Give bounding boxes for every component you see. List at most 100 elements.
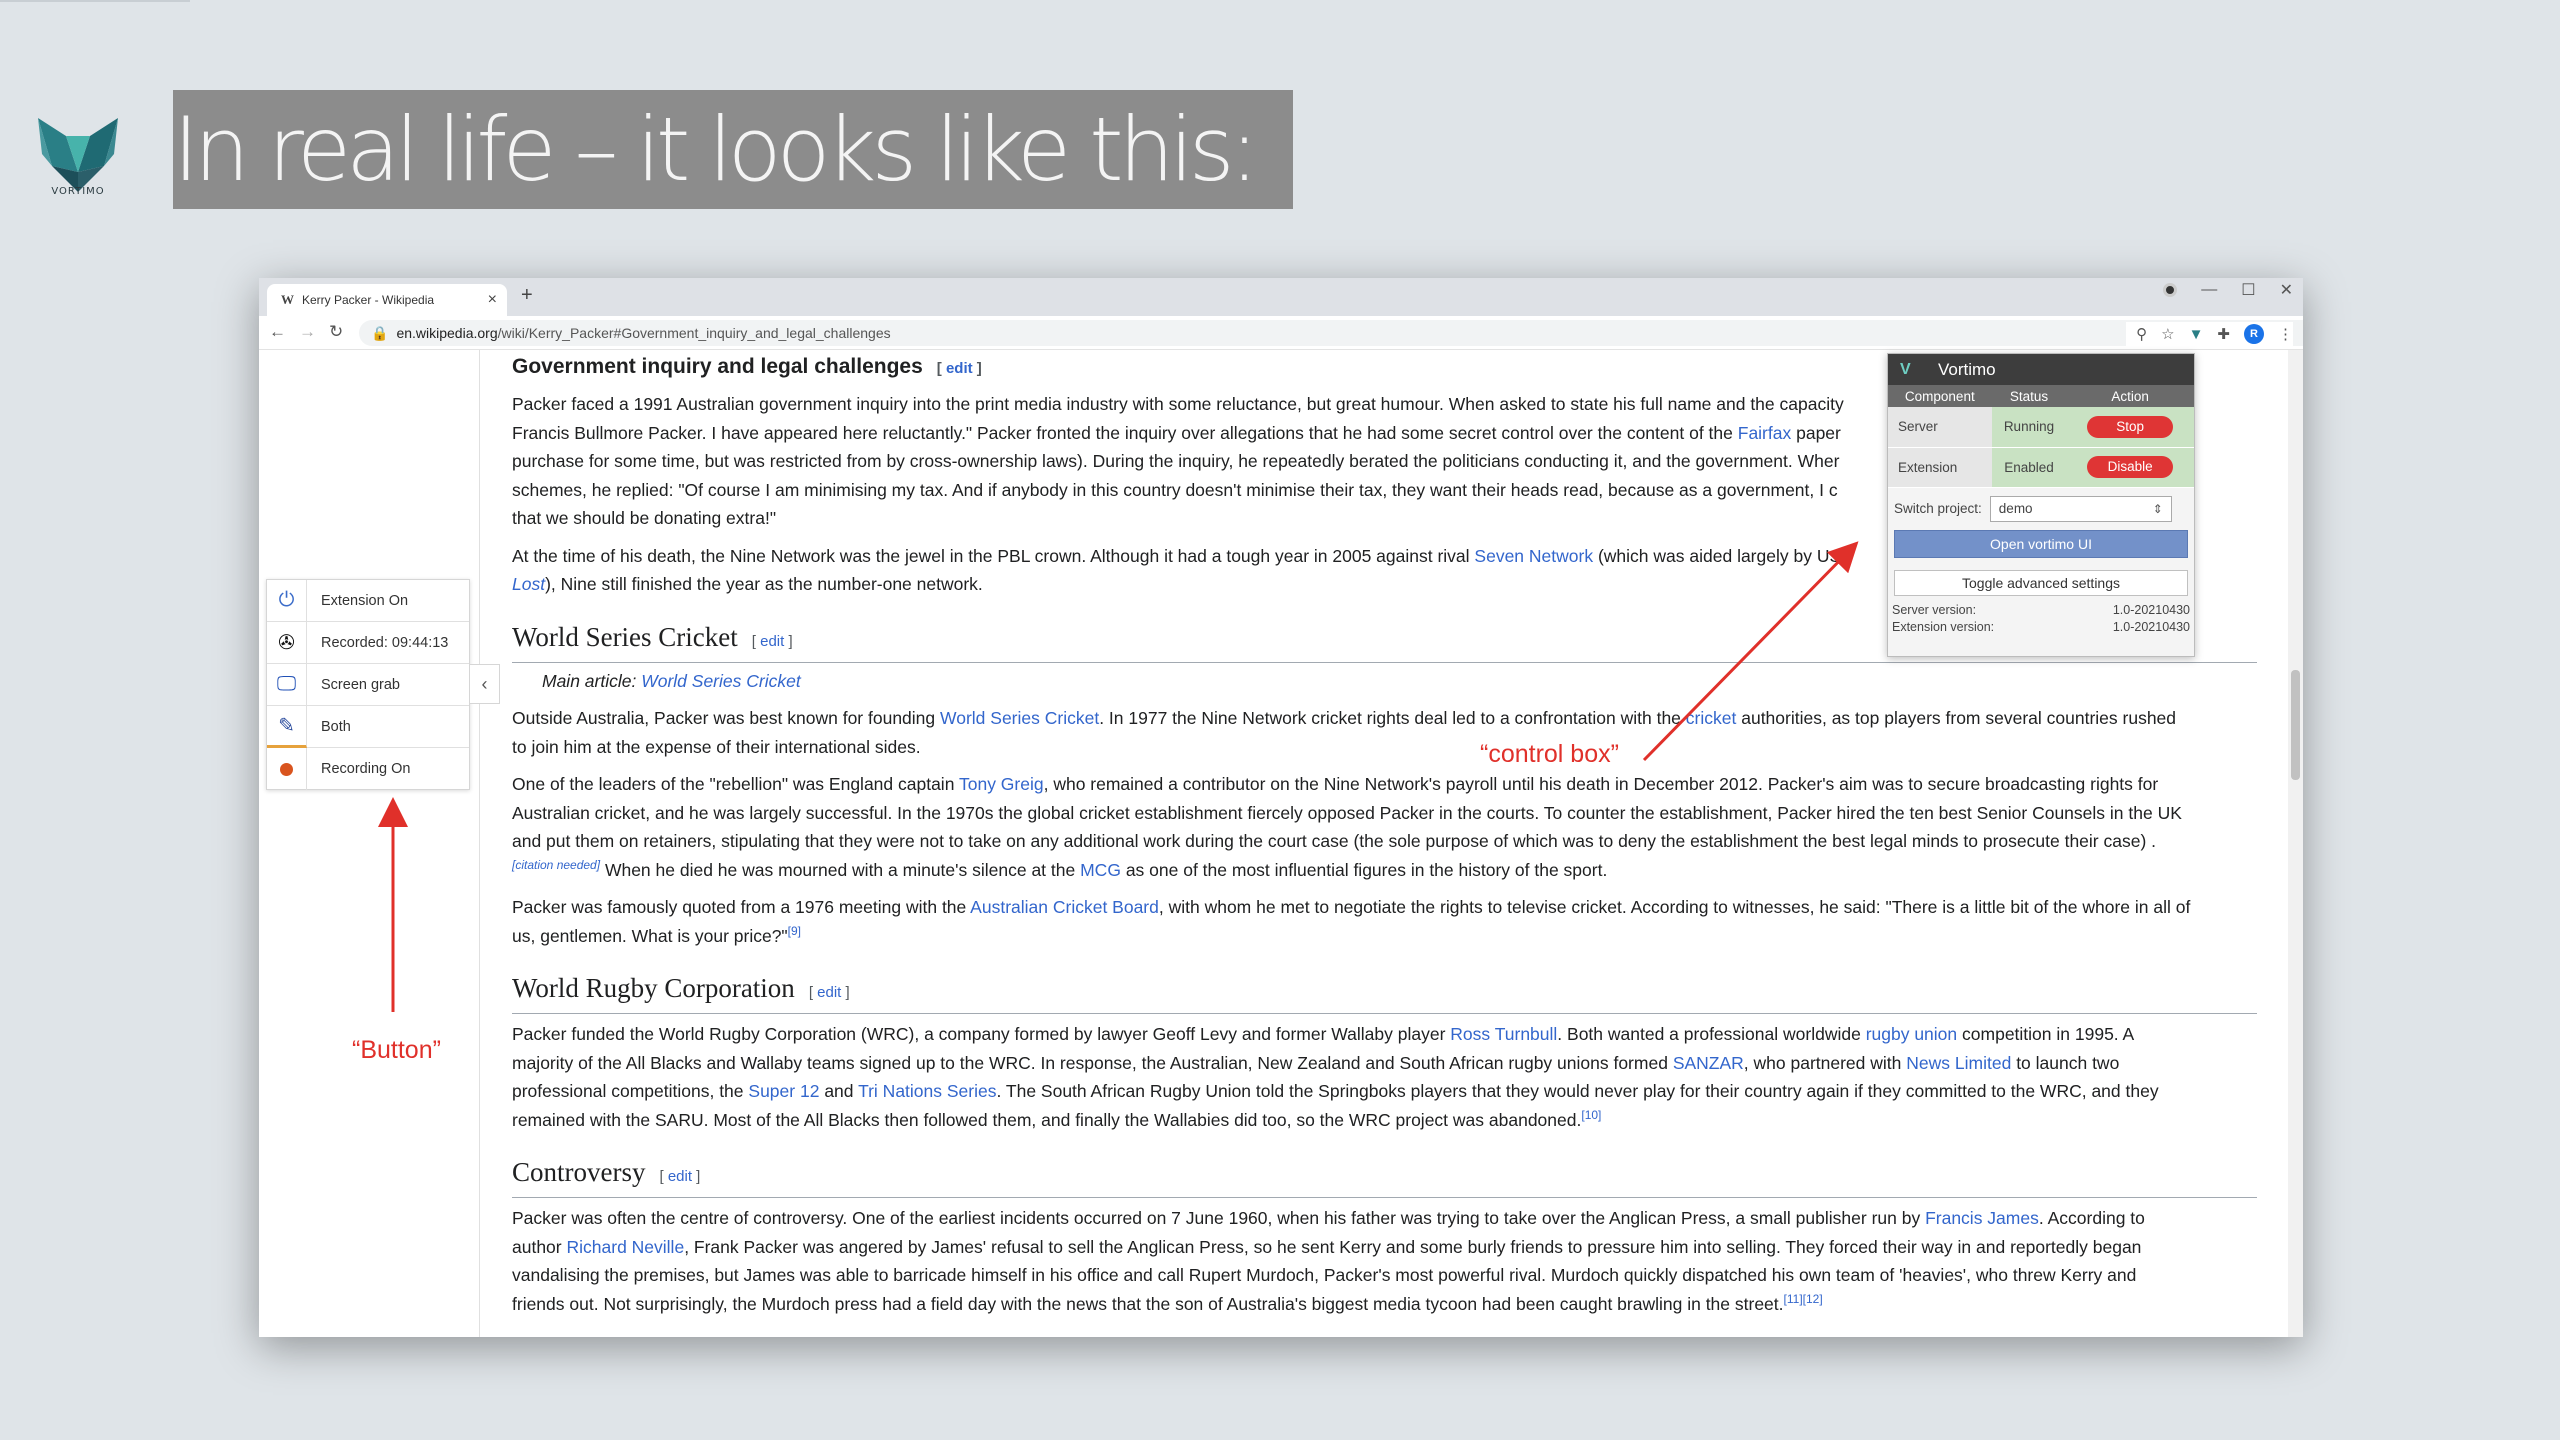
monitor-icon: 🖵 <box>267 663 307 706</box>
server-version-row: Server version: 1.0-20210430 <box>1892 602 2190 617</box>
link-wsc[interactable]: World Series Cricket <box>940 708 1099 728</box>
tab-kerry-packer[interactable]: W Kerry Packer - Wikipedia × <box>267 284 507 316</box>
tab-close-icon[interactable]: × <box>488 284 497 316</box>
section-heading-controversy: Controversy[ edit ] <box>512 1152 2257 1198</box>
link-acb[interactable]: Australian Cricket Board <box>970 897 1159 917</box>
url-bar[interactable]: 🔒 en.wikipedia.org/wiki/Kerry_Packer#Gove… <box>359 320 2303 346</box>
paragraph: Packer funded the World Rugby Corporatio… <box>512 1024 2135 1044</box>
panel-item-label: Recorded: 09:44:13 <box>321 634 449 651</box>
paragraph-line: [citation needed] When he died he was mo… <box>512 857 1608 880</box>
scrollbar-thumb[interactable] <box>2291 670 2300 780</box>
panel-item-recording[interactable]: Recording On <box>267 748 469 790</box>
link-tri-nations[interactable]: Tri Nations Series <box>858 1081 996 1101</box>
pen-icon: ✎ <box>267 705 307 748</box>
minimize-button[interactable]: — <box>2201 281 2217 299</box>
disable-extension-button[interactable]: Disable <box>2087 456 2174 478</box>
link-mcg[interactable]: MCG <box>1080 860 1121 880</box>
paragraph-line: professional competitions, the Super 12 … <box>512 1081 2159 1101</box>
panel-item-label: Screen grab <box>321 676 400 693</box>
paragraph-line: author Richard Neville, Frank Packer was… <box>512 1236 2142 1257</box>
component-cell: Server <box>1888 407 1992 448</box>
paragraph-line: to join him at the expense of their inte… <box>512 736 921 757</box>
link-fairfax[interactable]: Fairfax <box>1738 423 1791 443</box>
edit-link[interactable]: edit <box>668 1168 692 1185</box>
wikipedia-favicon-icon: W <box>281 292 294 307</box>
citation-needed[interactable]: [citation needed] <box>512 858 600 872</box>
paragraph-line: remained with the SARU. Most of the All … <box>512 1107 1602 1130</box>
reload-icon[interactable]: ↻ <box>329 322 343 342</box>
link-sanzar[interactable]: SANZAR <box>1673 1053 1744 1073</box>
extension-version-row: Extension version: 1.0-20210430 <box>1892 619 2190 634</box>
record-indicator-icon <box>2163 283 2178 297</box>
zoom-icon[interactable]: ⚲ <box>2136 325 2147 343</box>
paragraph: Packer was often the centre of controver… <box>512 1208 2145 1228</box>
project-select[interactable]: demo ⇕ <box>1989 495 2172 522</box>
annotation-button-label: “Button” <box>352 1036 441 1064</box>
ref-11-12[interactable]: [11][12] <box>1784 1292 1823 1306</box>
panel-item-recorded[interactable]: ✇ Recorded: 09:44:13 <box>267 621 469 664</box>
forward-arrow-icon[interactable]: → <box>299 322 316 342</box>
control-box-title: Vortimo <box>1938 360 1996 379</box>
panel-item-label: Recording On <box>321 761 411 777</box>
panel-item-both[interactable]: ✎ Both <box>267 705 469 748</box>
panel-item-label: Extension On <box>321 592 409 609</box>
link-rugby-union[interactable]: rugby union <box>1866 1024 1957 1044</box>
link-francis-james[interactable]: Francis James <box>1925 1208 2039 1228</box>
edit-link[interactable]: edit <box>817 984 841 1001</box>
table-row: Server Running Stop <box>1888 407 2194 448</box>
link-lost[interactable]: Lost <box>512 574 545 594</box>
paragraph-line: friends out. Not surprisingly, the Murdo… <box>512 1291 1823 1314</box>
status-cell: Running <box>1991 407 2067 448</box>
col-header: Status <box>1991 385 2067 407</box>
window-controls: — ☐ ✕ <box>2163 280 2293 300</box>
tab-strip: W Kerry Packer - Wikipedia × + — ☐ ✕ <box>259 278 2303 316</box>
collapse-panel-button[interactable]: ‹ <box>470 664 500 704</box>
left-rail <box>259 350 480 1337</box>
toggle-advanced-settings-button[interactable]: Toggle advanced settings <box>1894 569 2188 596</box>
scrollbar-track[interactable] <box>2288 350 2303 1337</box>
paragraph: One of the leaders of the "rebellion" wa… <box>512 774 2159 794</box>
menu-kebab-icon[interactable]: ⋮ <box>2278 325 2293 343</box>
power-icon: ⏻ <box>267 579 307 622</box>
paragraph-line: Australian cricket, and he was largely s… <box>512 802 2182 823</box>
paragraph: Packer was famously quoted from a 1976 m… <box>512 897 2191 917</box>
paragraph-line: vandalising the premises, but James was … <box>512 1265 2137 1285</box>
col-header: Action <box>2066 385 2194 407</box>
link-seven-network[interactable]: Seven Network <box>1474 546 1593 566</box>
new-tab-button[interactable]: + <box>521 284 533 307</box>
vortimo-v-icon: V <box>1900 361 1911 378</box>
panel-item-screen-grab[interactable]: 🖵 Screen grab <box>267 663 469 706</box>
link-richard-neville[interactable]: Richard Neville <box>567 1237 685 1257</box>
link-cricket[interactable]: cricket <box>1686 708 1737 728</box>
vortimo-extension-icon[interactable]: ▼ <box>2189 326 2204 343</box>
paragraph: Outside Australia, Packer was best known… <box>512 708 2177 728</box>
close-window-button[interactable]: ✕ <box>2280 280 2293 300</box>
stop-server-button[interactable]: Stop <box>2087 415 2174 438</box>
maximize-button[interactable]: ☐ <box>2241 280 2255 300</box>
profile-avatar[interactable]: R <box>2244 324 2264 344</box>
link-news-limited[interactable]: News Limited <box>1906 1053 2011 1073</box>
ref-9[interactable]: [9] <box>788 924 801 938</box>
lock-icon: 🔒 <box>371 325 389 341</box>
extensions-puzzle-icon[interactable]: ✚ <box>2217 325 2230 343</box>
col-header: Component <box>1888 385 1992 407</box>
edit-link[interactable]: edit <box>760 633 784 650</box>
panel-item-label: Both <box>321 718 351 735</box>
top-rule <box>0 0 190 2</box>
status-cell: Enabled <box>1991 447 2067 488</box>
url-path: /wiki/Kerry_Packer#Government_inquiry_an… <box>497 325 891 341</box>
open-vortimo-ui-button[interactable]: Open vortimo UI <box>1894 529 2188 558</box>
link-ross-turnbull[interactable]: Ross Turnbull <box>1450 1024 1557 1044</box>
url-domain: en.wikipedia.org <box>396 325 498 341</box>
link-super-12[interactable]: Super 12 <box>748 1081 819 1101</box>
link-main-article[interactable]: World Series Cricket <box>641 671 800 691</box>
bookmark-star-icon[interactable]: ☆ <box>2161 325 2174 343</box>
main-article-hatnote: Main article: World Series Cricket <box>542 670 801 691</box>
link-tony-greig[interactable]: Tony Greig <box>959 774 1044 794</box>
back-arrow-icon[interactable]: ← <box>269 322 286 342</box>
ref-10[interactable]: [10] <box>1581 1108 1601 1122</box>
edit-link[interactable]: edit <box>946 360 973 377</box>
panel-item-extension[interactable]: ⏻ Extension On <box>267 579 469 622</box>
vortimo-control-box: V Vortimo Component Status Action Server… <box>1887 353 2195 657</box>
aperture-icon: ✇ <box>267 621 307 664</box>
